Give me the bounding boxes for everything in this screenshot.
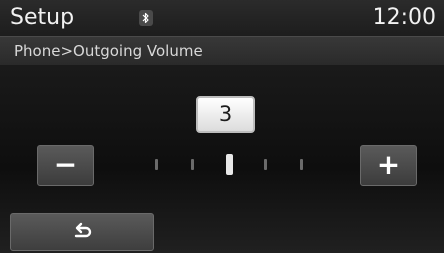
volume-level-slider[interactable]: [120, 149, 338, 181]
volume-tick: [191, 159, 194, 170]
breadcrumb-bar: Phone>Outgoing Volume: [0, 36, 444, 65]
top-bar: Setup 12:00: [0, 0, 444, 36]
volume-tick: [264, 159, 267, 170]
bluetooth-icon: [139, 10, 153, 26]
volume-tick: [155, 159, 158, 170]
breadcrumb: Phone>Outgoing Volume: [14, 42, 203, 60]
volume-down-button[interactable]: −: [37, 145, 94, 186]
back-arrow-icon: [74, 222, 92, 238]
page-title: Setup: [10, 5, 75, 30]
clock: 12:00: [372, 5, 436, 30]
volume-level-marker: [226, 154, 233, 175]
volume-panel: 3 − +: [0, 65, 444, 253]
volume-tick: [300, 159, 303, 170]
volume-value: 3: [196, 96, 255, 133]
volume-up-button[interactable]: +: [360, 145, 417, 186]
back-button[interactable]: [10, 213, 154, 251]
